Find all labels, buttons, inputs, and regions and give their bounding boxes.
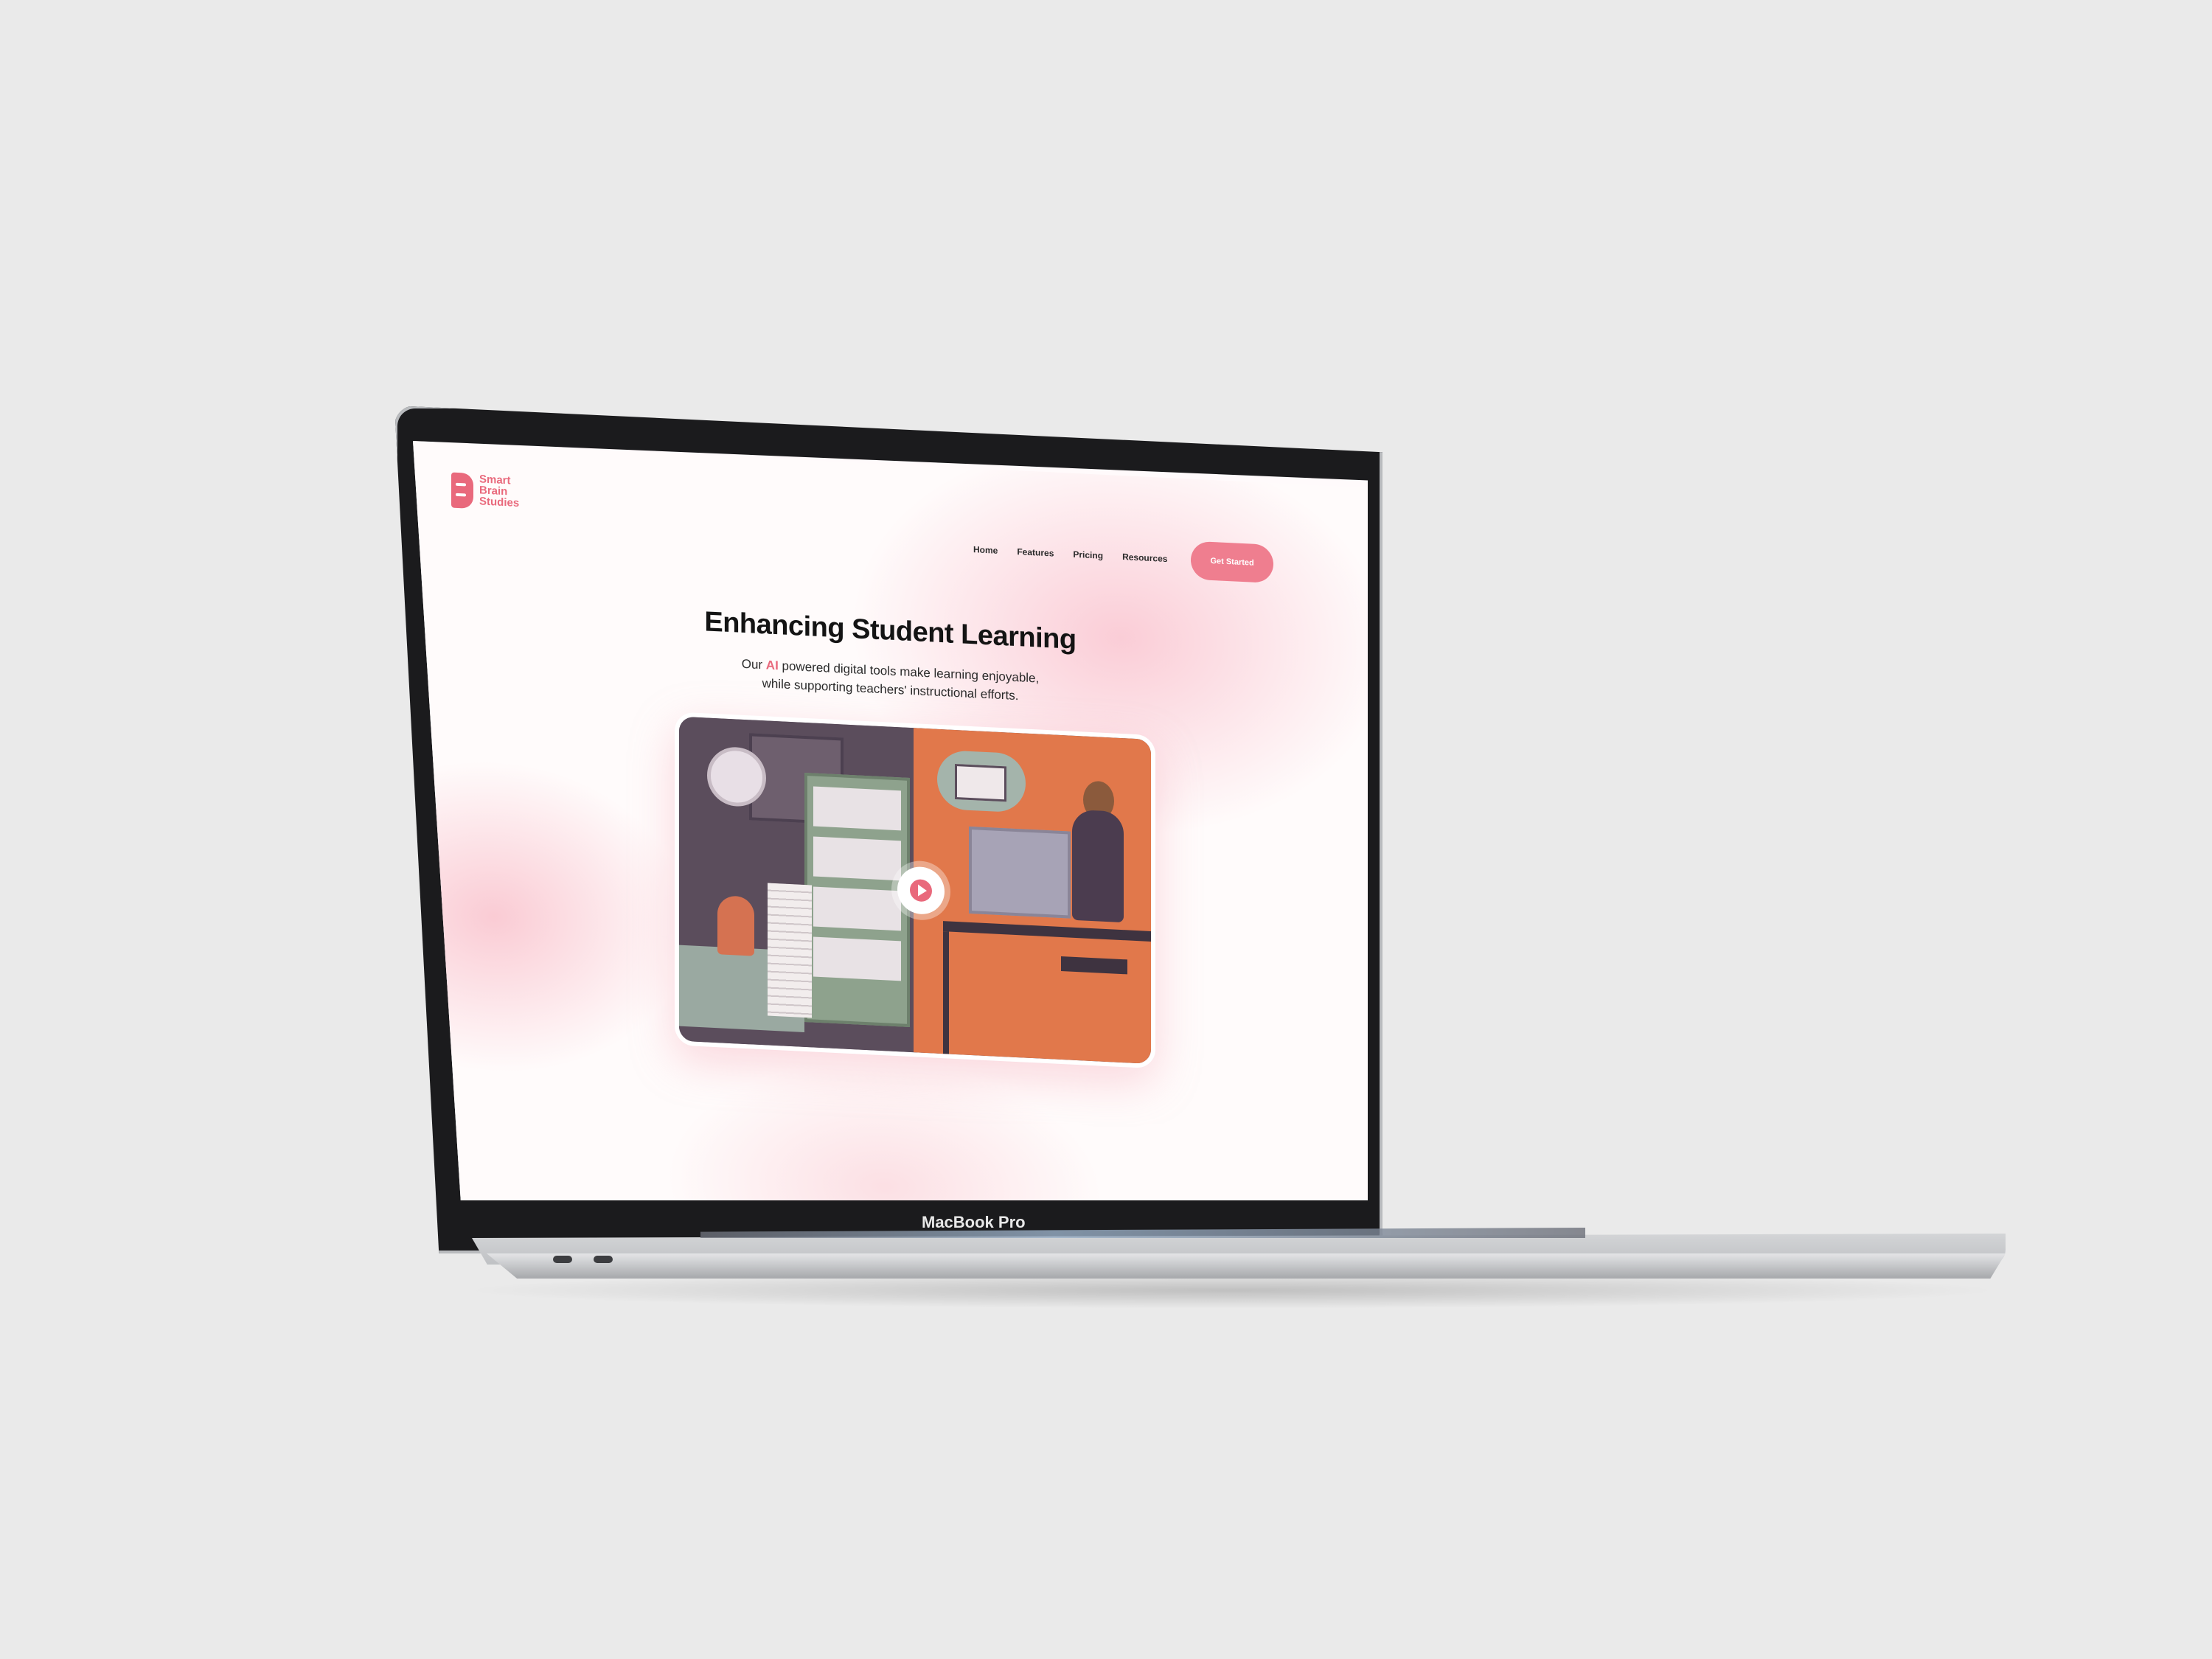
get-started-button[interactable]: Get Started [1191, 540, 1273, 584]
brand-logo[interactable]: Smart Brain Studies [451, 472, 519, 512]
nav-home[interactable]: Home [973, 544, 998, 556]
logo-mark-icon [451, 472, 473, 509]
illustration-right [914, 728, 1155, 1065]
nav-pricing[interactable]: Pricing [1073, 549, 1103, 561]
website-page: Smart Brain Studies Home Features Pricin… [413, 441, 1368, 1200]
hero-sub-highlight: AI [765, 658, 779, 673]
nav-features[interactable]: Features [1017, 546, 1054, 558]
monitor-illustration [969, 826, 1071, 919]
shelf-row [813, 936, 901, 981]
main-nav: Home Features Pricing Resources Get Star… [973, 530, 1273, 584]
logo-line-3: Studies [479, 495, 520, 510]
desk-leg [943, 931, 949, 1054]
shelf-row [813, 836, 901, 881]
laptop-mockup: Smart Brain Studies Home Features Pricin… [0, 0, 2212, 1659]
hero-sub-prefix: Our [741, 656, 766, 672]
desk-leg [1151, 941, 1155, 1065]
laptop-base-edge [487, 1253, 2006, 1279]
logo-text: Smart Brain Studies [479, 473, 519, 509]
desk-illustration [943, 921, 1155, 942]
shelf-row [813, 886, 901, 931]
shelf-row [813, 786, 901, 831]
student-illustration [717, 895, 754, 956]
chair-illustration [1061, 956, 1127, 975]
paper-stack-illustration [768, 883, 812, 1018]
play-icon [918, 884, 927, 897]
illustration-left [679, 716, 922, 1053]
teacher-illustration [1072, 809, 1124, 923]
usb-c-port-icon [553, 1256, 572, 1263]
usb-c-port-icon [594, 1256, 613, 1263]
nav-resources[interactable]: Resources [1122, 552, 1167, 564]
laptop-screen: Smart Brain Studies Home Features Pricin… [413, 441, 1368, 1200]
cloud-screen-icon [955, 763, 1006, 802]
device-label: MacBook Pro [922, 1213, 1026, 1231]
bookshelf-illustration [804, 772, 910, 1027]
video-player[interactable] [675, 712, 1155, 1069]
